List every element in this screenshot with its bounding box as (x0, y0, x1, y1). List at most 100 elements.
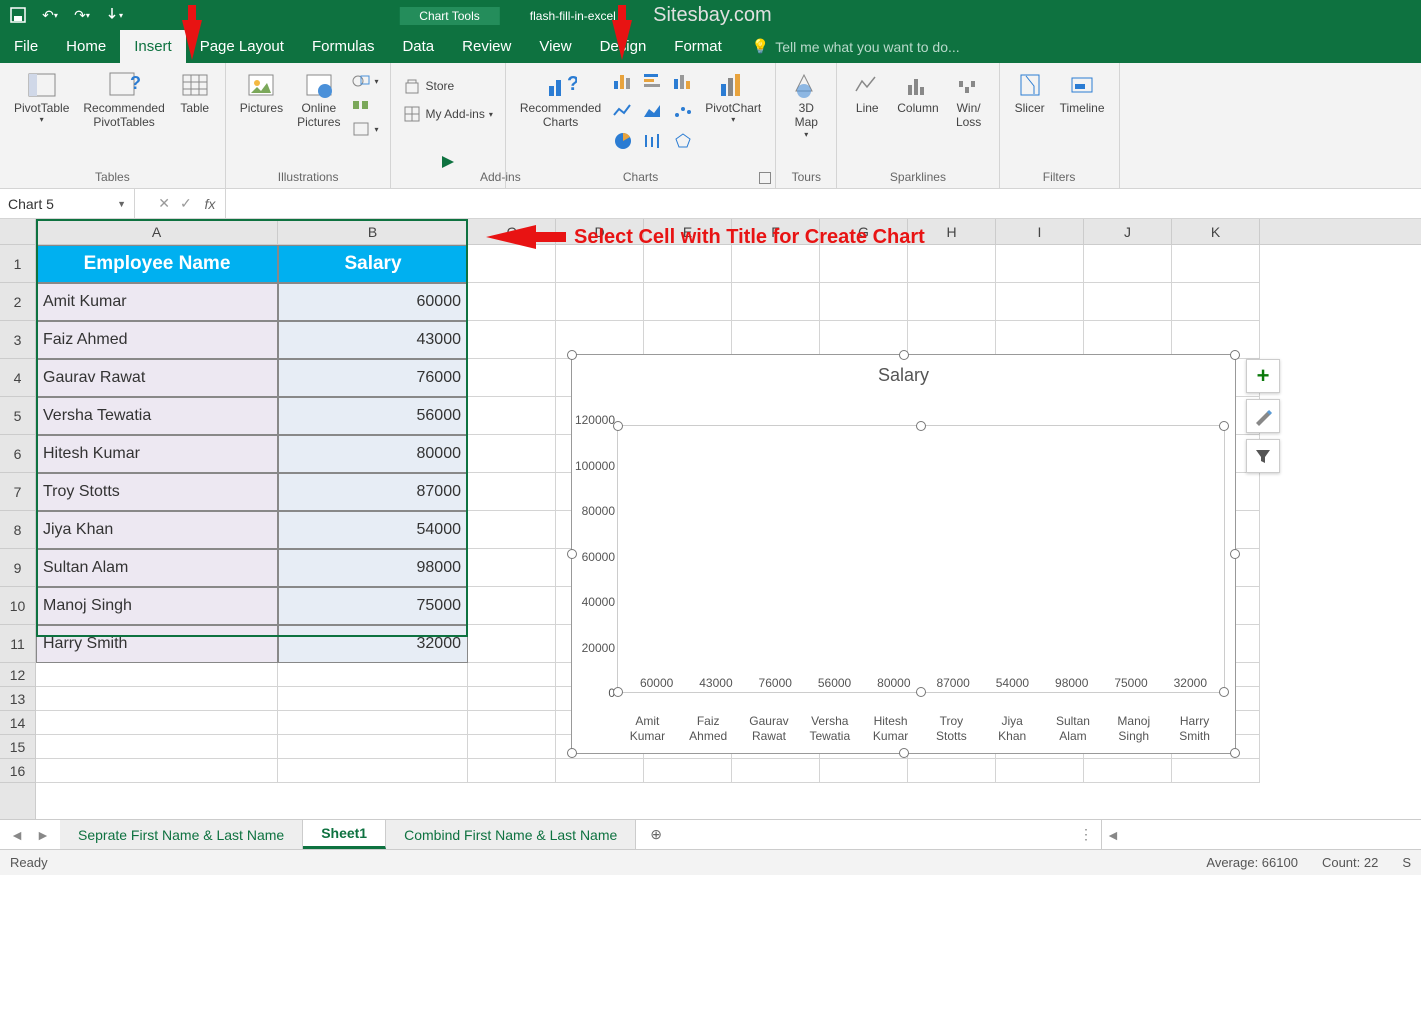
scatter-chart-icon[interactable] (669, 97, 697, 125)
cell-C13[interactable] (468, 687, 556, 711)
row-header-5[interactable]: 5 (0, 397, 35, 435)
cell-C4[interactable] (468, 359, 556, 397)
cell-B2[interactable]: 60000 (278, 283, 468, 321)
cell-A3[interactable]: Faiz Ahmed (36, 321, 278, 359)
chart-filters-button[interactable] (1246, 439, 1280, 473)
radar-chart-icon[interactable] (669, 127, 697, 155)
col-header-A[interactable]: A (36, 219, 278, 244)
col-header-K[interactable]: K (1172, 219, 1260, 244)
name-box[interactable]: Chart 5▼ (0, 189, 135, 218)
cell-C8[interactable] (468, 511, 556, 549)
cell-B4[interactable]: 76000 (278, 359, 468, 397)
stock-chart-icon[interactable] (639, 127, 667, 155)
cell-F2[interactable] (732, 283, 820, 321)
row-header-14[interactable]: 14 (0, 711, 35, 735)
cell-A4[interactable]: Gaurav Rawat (36, 359, 278, 397)
enter-formula-icon[interactable]: ✓ (180, 195, 192, 212)
cell-H2[interactable] (908, 283, 996, 321)
store-button[interactable]: Store (399, 75, 458, 97)
cell-I16[interactable] (996, 759, 1084, 783)
row-header-1[interactable]: 1 (0, 245, 35, 283)
3d-map-button[interactable]: 3D Map▾ (784, 67, 828, 141)
tab-file[interactable]: File (0, 30, 52, 63)
cell-F1[interactable] (732, 245, 820, 283)
row-header-3[interactable]: 3 (0, 321, 35, 359)
cell-B10[interactable]: 75000 (278, 587, 468, 625)
cell-A6[interactable]: Hitesh Kumar (36, 435, 278, 473)
tab-home[interactable]: Home (52, 30, 120, 63)
cell-A7[interactable]: Troy Stotts (36, 473, 278, 511)
embedded-chart[interactable]: Salary 020000400006000080000100000120000… (571, 354, 1236, 754)
sheet-tab-2[interactable]: Sheet1 (303, 820, 386, 849)
col-header-J[interactable]: J (1084, 219, 1172, 244)
pivotchart-button[interactable]: PivotChart▾ (699, 67, 767, 127)
my-addins-button[interactable]: My Add-ins▾ (399, 103, 496, 125)
undo-icon[interactable]: ↶▾ (40, 5, 60, 25)
cell-B7[interactable]: 87000 (278, 473, 468, 511)
cell-B1[interactable]: Salary (278, 245, 468, 283)
cell-C9[interactable] (468, 549, 556, 587)
line-chart-icon[interactable] (609, 97, 637, 125)
cell-A1[interactable]: Employee Name (36, 245, 278, 283)
cell-A12[interactable] (36, 663, 278, 687)
tab-insert[interactable]: Insert (120, 30, 186, 63)
cell-A2[interactable]: Amit Kumar (36, 283, 278, 321)
row-header-15[interactable]: 15 (0, 735, 35, 759)
timeline-button[interactable]: Timeline (1054, 67, 1111, 117)
cell-G16[interactable] (820, 759, 908, 783)
cell-B5[interactable]: 56000 (278, 397, 468, 435)
recommended-charts-button[interactable]: ?Recommended Charts (514, 67, 607, 132)
cell-B3[interactable]: 43000 (278, 321, 468, 359)
cell-A10[interactable]: Manoj Singh (36, 587, 278, 625)
cell-C1[interactable] (468, 245, 556, 283)
tab-review[interactable]: Review (448, 30, 525, 63)
cell-B15[interactable] (278, 735, 468, 759)
cell-C12[interactable] (468, 663, 556, 687)
slicer-button[interactable]: Slicer (1008, 67, 1052, 117)
cell-K16[interactable] (1172, 759, 1260, 783)
cell-J16[interactable] (1084, 759, 1172, 783)
col-header-I[interactable]: I (996, 219, 1084, 244)
cell-A9[interactable]: Sultan Alam (36, 549, 278, 587)
tell-me-search[interactable]: 💡Tell me what you want to do... (736, 30, 1421, 63)
hbar-chart-icon[interactable] (639, 67, 667, 95)
cell-A14[interactable] (36, 711, 278, 735)
tab-formulas[interactable]: Formulas (298, 30, 389, 63)
new-sheet-button[interactable]: ⊕ (636, 820, 676, 849)
cell-I1[interactable] (996, 245, 1084, 283)
chevron-down-icon[interactable]: ▼ (117, 199, 126, 209)
formula-bar[interactable] (225, 189, 1421, 218)
cell-C14[interactable] (468, 711, 556, 735)
cell-B13[interactable] (278, 687, 468, 711)
cell-B12[interactable] (278, 663, 468, 687)
sheet-nav[interactable]: ◄► (0, 820, 60, 849)
recommended-pivottables-button[interactable]: ?Recommended PivotTables (77, 67, 170, 132)
row-header-13[interactable]: 13 (0, 687, 35, 711)
cell-A5[interactable]: Versha Tewatia (36, 397, 278, 435)
cell-B11[interactable]: 32000 (278, 625, 468, 663)
sheet-tab-1[interactable]: Seprate First Name & Last Name (60, 820, 303, 849)
cell-F16[interactable] (732, 759, 820, 783)
touch-mode-icon[interactable]: ▾ (104, 5, 124, 25)
pie-chart-icon[interactable] (609, 127, 637, 155)
cell-A13[interactable] (36, 687, 278, 711)
online-pictures-button[interactable]: Online Pictures (291, 67, 346, 132)
cell-D2[interactable] (556, 283, 644, 321)
cell-C2[interactable] (468, 283, 556, 321)
chart-title[interactable]: Salary (572, 355, 1235, 390)
select-all-corner[interactable] (0, 219, 35, 245)
row-header-12[interactable]: 12 (0, 663, 35, 687)
cell-D1[interactable] (556, 245, 644, 283)
row-header-16[interactable]: 16 (0, 759, 35, 783)
bing-maps-button[interactable] (426, 146, 470, 182)
cell-I2[interactable] (996, 283, 1084, 321)
row-header-11[interactable]: 11 (0, 625, 35, 663)
smartart-button[interactable] (348, 95, 382, 115)
cell-H1[interactable] (908, 245, 996, 283)
cell-K1[interactable] (1172, 245, 1260, 283)
row-header-2[interactable]: 2 (0, 283, 35, 321)
cell-B14[interactable] (278, 711, 468, 735)
tab-data[interactable]: Data (388, 30, 448, 63)
shapes-button[interactable]: ▾ (348, 71, 382, 91)
cell-E16[interactable] (644, 759, 732, 783)
